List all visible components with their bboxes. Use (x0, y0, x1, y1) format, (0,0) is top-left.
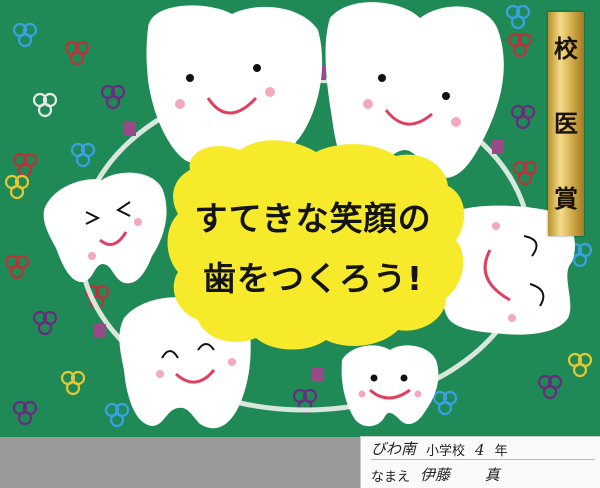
school-row: びわ南 小学校 4 年 (371, 440, 595, 460)
school-suffix: 小学校 (426, 444, 466, 459)
student-label: びわ南 小学校 4 年 なまえ 伊藤 真 (360, 436, 600, 488)
award-ribbon: 校 医 賞 (548, 12, 584, 236)
award-char-3: 賞 (554, 183, 578, 213)
name-prefix: なまえ (371, 470, 411, 485)
award-char-2: 医 (554, 108, 578, 138)
student-name: 伊藤 真 (420, 466, 500, 484)
gray-strip (0, 437, 360, 487)
grade-suffix: 年 (494, 444, 508, 459)
poster-artwork (0, 0, 600, 487)
slogan-line-1: すてきな笑顔の (194, 199, 432, 238)
slogan-cloud (167, 140, 465, 350)
slogan-line-2: 歯をつくろう! (202, 259, 424, 298)
name-row: なまえ 伊藤 真 (371, 466, 595, 485)
grade-number: 4 (475, 441, 485, 459)
award-char-1: 校 (554, 34, 578, 64)
school-name: びわ南 (371, 440, 417, 458)
